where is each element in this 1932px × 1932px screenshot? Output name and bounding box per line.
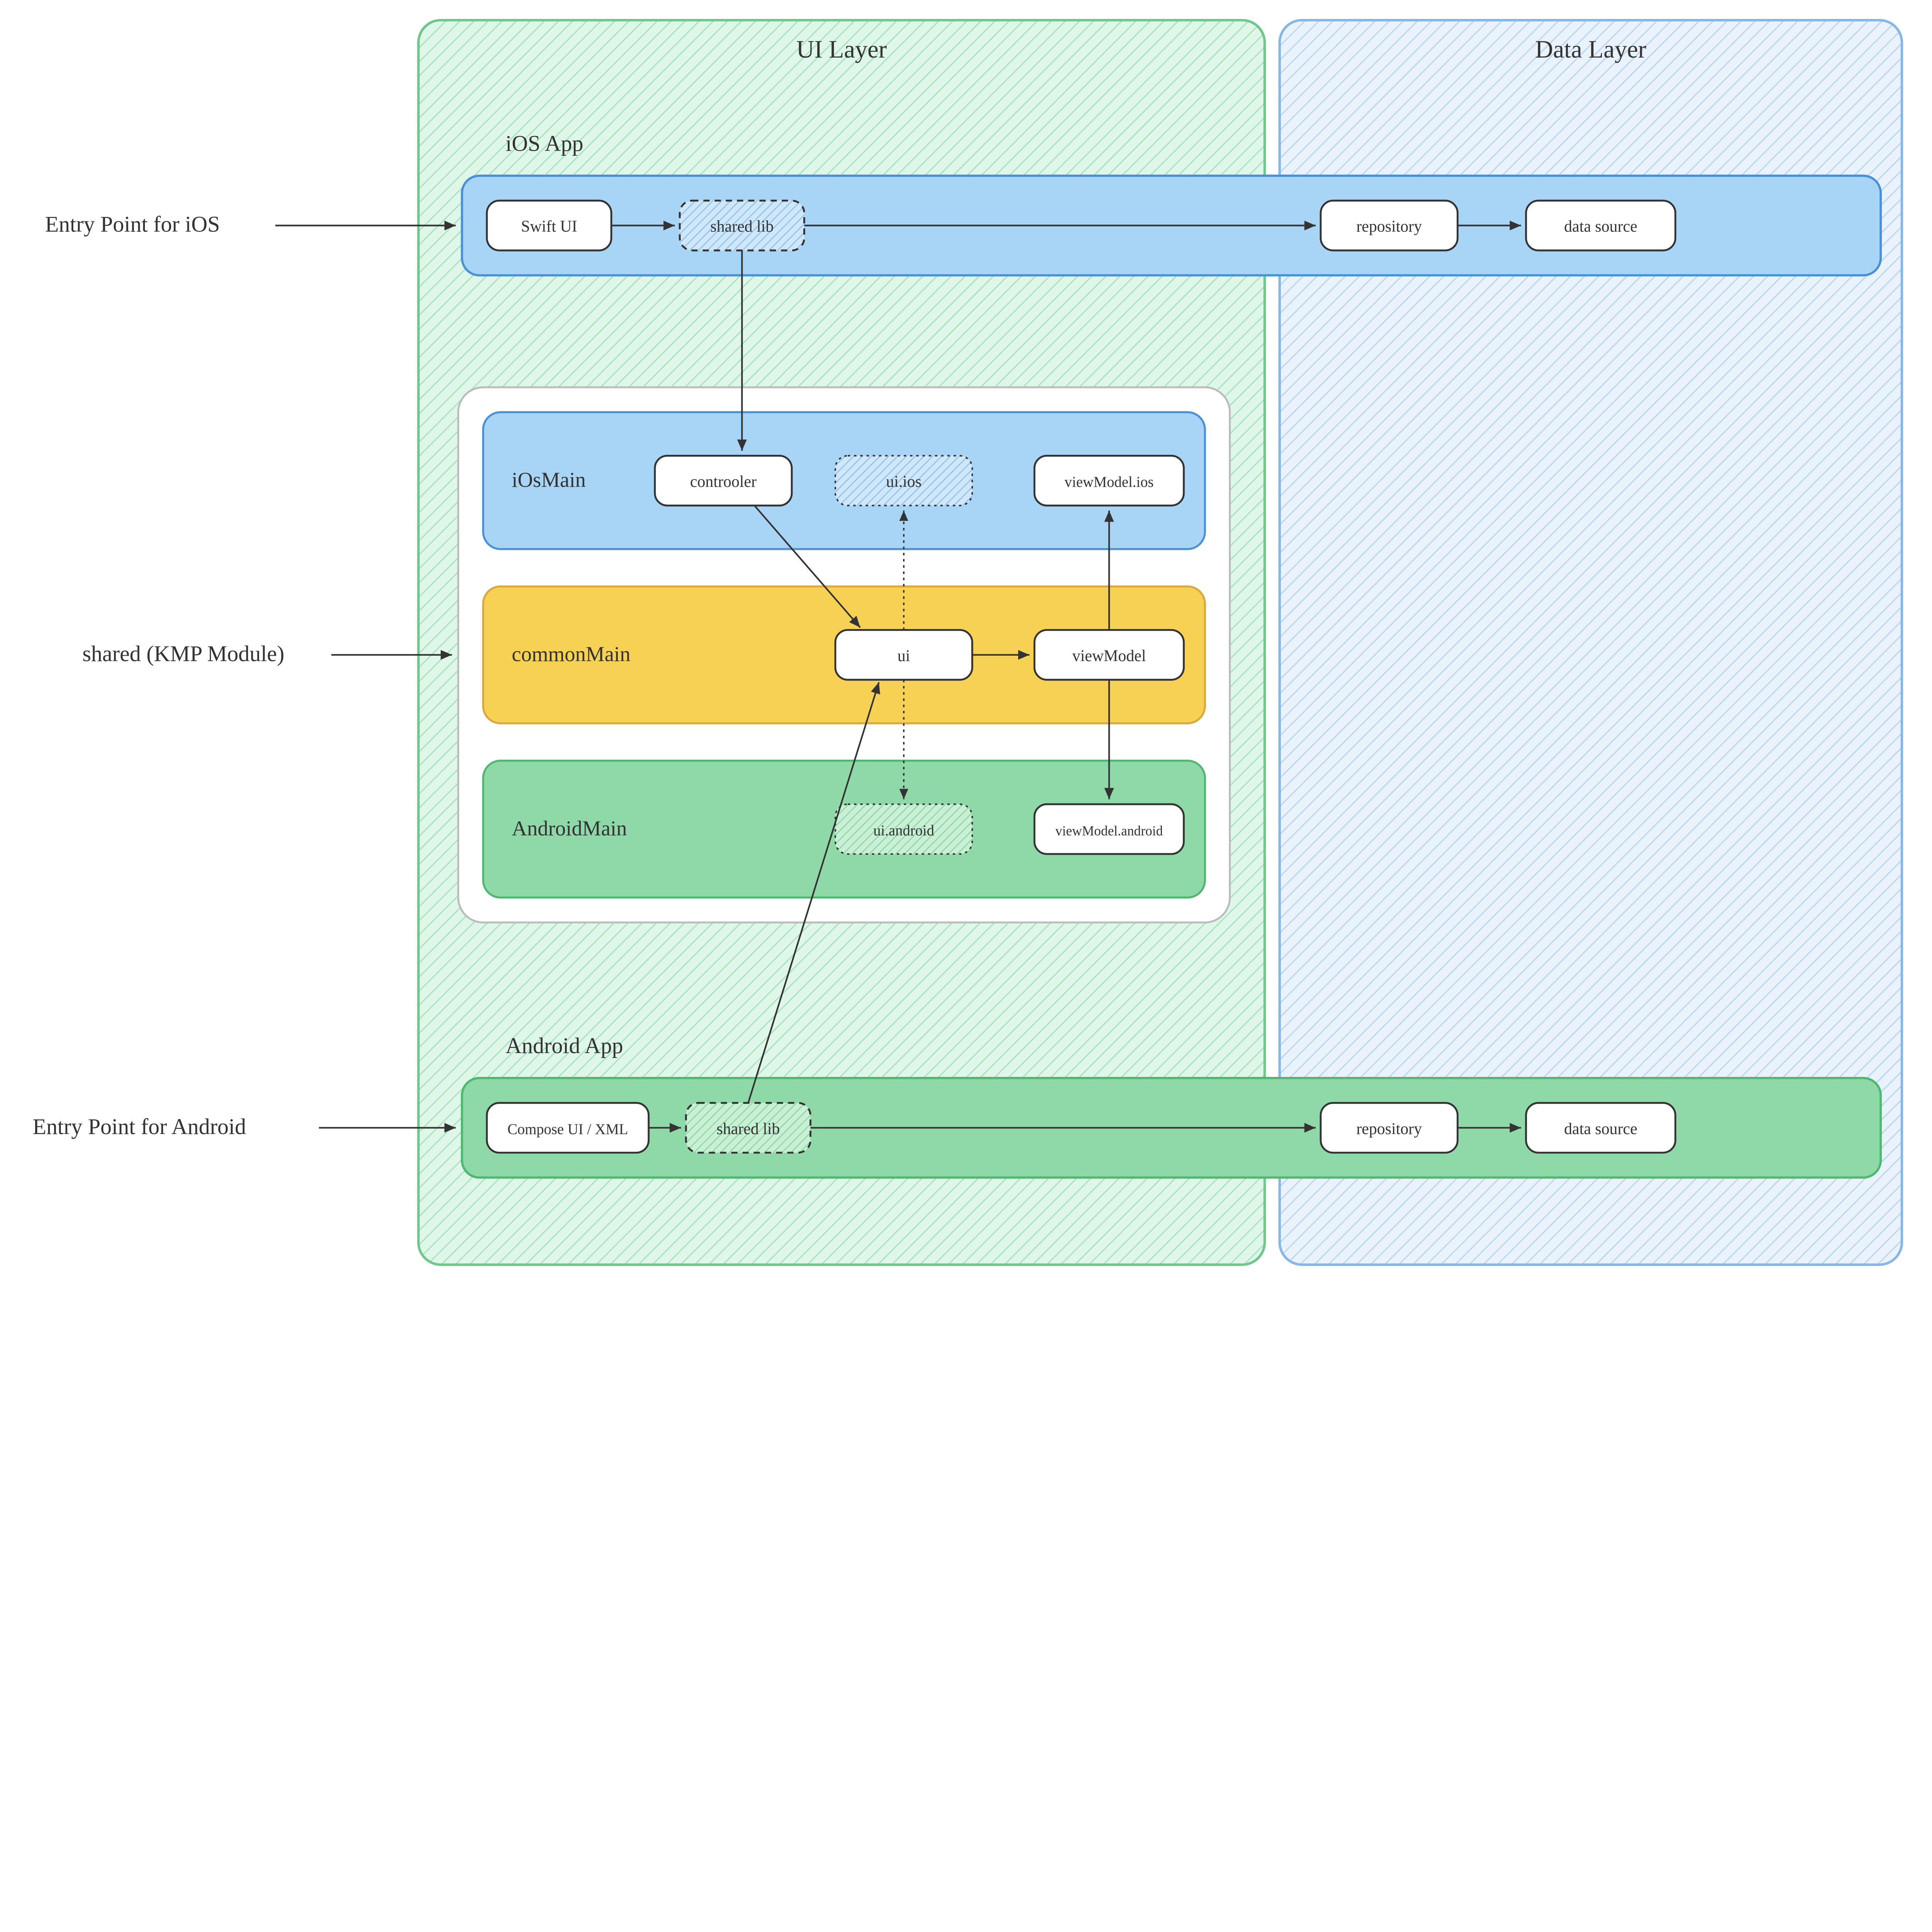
- viewmodel-android-label: viewModel.android: [1055, 823, 1163, 838]
- android-datasource-label: data source: [1564, 1120, 1637, 1138]
- architecture-diagram: UI Layer Data Layer iOS App Swift UI sha…: [8, 8, 1924, 1277]
- ios-repository-label: repository: [1356, 218, 1422, 236]
- ios-shared-lib-label: shared lib: [710, 218, 774, 236]
- android-shared-lib-label: shared lib: [716, 1120, 780, 1138]
- entry-point-ios-label: Entry Point for iOS: [45, 212, 220, 237]
- entry-point-android-label: Entry Point for Android: [32, 1114, 246, 1139]
- ui-label: ui: [898, 647, 910, 665]
- viewmodel-label: viewModel: [1072, 647, 1146, 665]
- controller-label: controoler: [690, 473, 757, 491]
- ui-ios-label: ui.ios: [886, 473, 922, 491]
- ios-datasource-label: data source: [1564, 218, 1637, 236]
- android-repository-label: repository: [1356, 1120, 1422, 1138]
- ui-android-label: ui.android: [873, 823, 934, 839]
- compose-label: Compose UI / XML: [507, 1121, 628, 1138]
- android-app-title: Android App: [505, 1033, 623, 1058]
- androidmain-title: AndroidMain: [512, 816, 627, 840]
- ui-layer-title: UI Layer: [796, 36, 887, 63]
- viewmodel-ios-label: viewModel.ios: [1065, 474, 1154, 490]
- commonmain-title: commonMain: [512, 642, 630, 666]
- kmp-module-label: shared (KMP Module): [82, 641, 284, 666]
- iosmain-title: iOsMain: [512, 468, 586, 492]
- ios-app-title: iOS App: [505, 131, 583, 156]
- data-layer-title: Data Layer: [1535, 36, 1646, 63]
- swift-ui-label: Swift UI: [521, 218, 577, 236]
